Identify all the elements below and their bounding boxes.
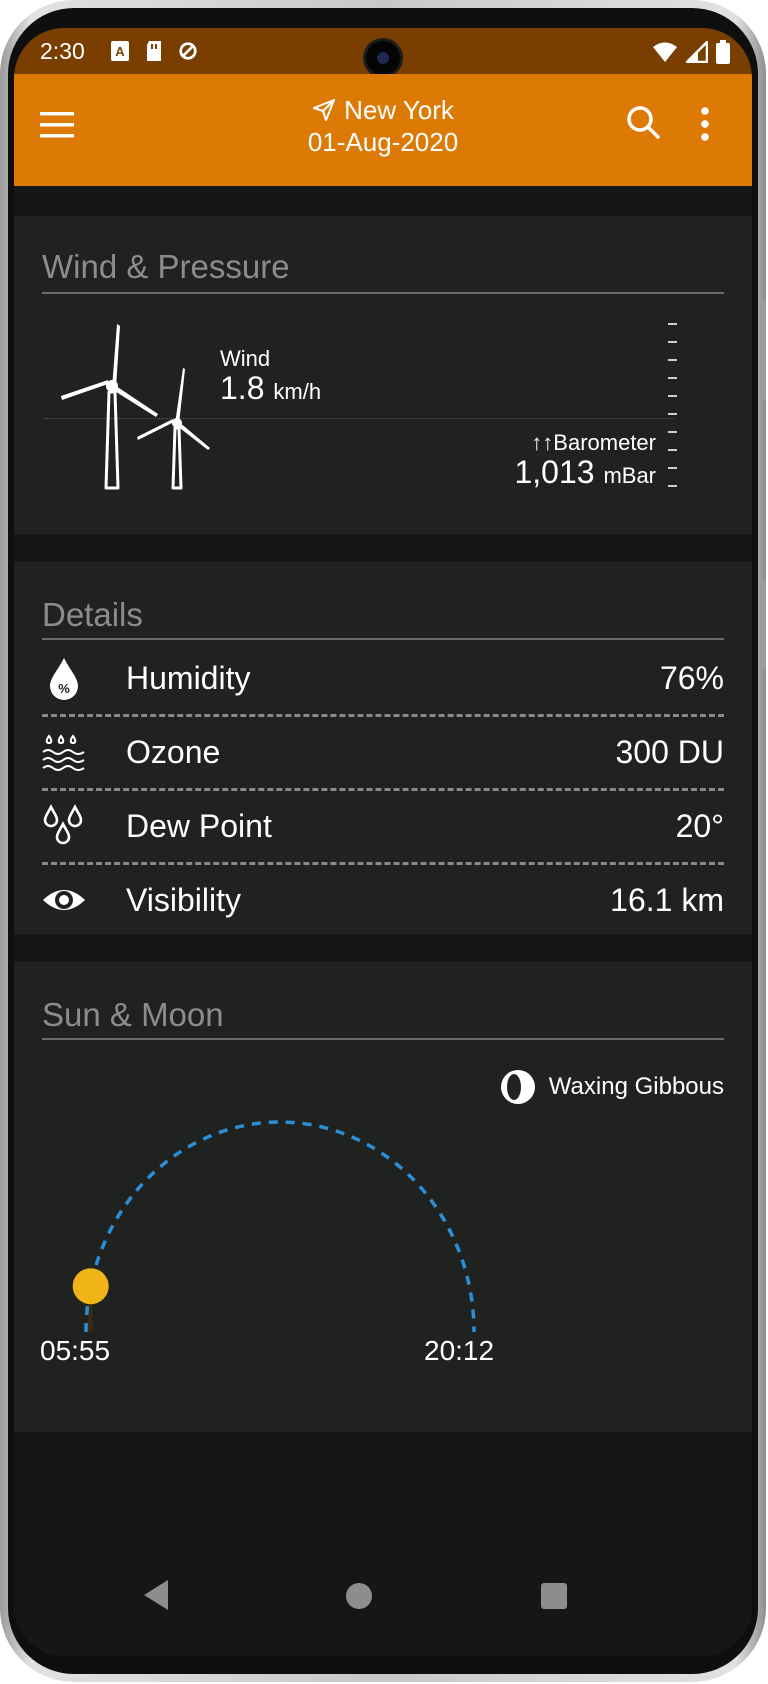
divider (42, 292, 724, 294)
home-icon[interactable] (345, 1582, 373, 1610)
back-icon[interactable] (142, 1578, 170, 1612)
sun-path-chart (72, 1120, 476, 1333)
barometer-unit: mBar (603, 463, 656, 488)
detail-value: 300 DU (615, 734, 725, 770)
barometer-value: 1,013 (514, 454, 595, 490)
detail-label: Humidity (126, 660, 251, 696)
card-title: Details (42, 596, 143, 633)
wind-label: Wind (220, 346, 271, 371)
detail-row-visibility: Visibility 16.1 km (42, 864, 724, 936)
ozone-waves-icon (42, 734, 85, 771)
detail-value: 16.1 km (610, 882, 724, 918)
front-camera (366, 41, 400, 75)
signal-icon (686, 41, 708, 63)
more-options-icon[interactable] (699, 106, 711, 142)
location-name: New York (344, 95, 454, 125)
wifi-icon (653, 42, 677, 62)
recents-icon[interactable] (540, 1582, 568, 1610)
system-navigation-bar (14, 1552, 752, 1656)
detail-row-humidity: % Humidity 76% (42, 642, 724, 714)
divider (42, 638, 724, 640)
a-notification-icon: A (111, 41, 129, 61)
sync-icon (179, 42, 197, 60)
detail-value: 20° (675, 808, 724, 844)
detail-label: Visibility (126, 882, 241, 918)
sun-arc-path (84, 1120, 476, 1333)
details-card: Details % Humidity 76% Ozone 300 DU Dew … (14, 562, 752, 934)
detail-row-dew-point: Dew Point 20° (42, 790, 724, 862)
volume-button (760, 300, 766, 400)
detail-value: 76% (659, 660, 724, 696)
app-toolbar: New York 01-Aug-2020 (14, 74, 752, 186)
status-time: 2:30 (40, 38, 85, 64)
wind-speed: 1.8 km/h (220, 370, 321, 407)
detail-row-ozone: Ozone 300 DU (42, 716, 724, 788)
battery-icon (716, 40, 730, 64)
card-title: Wind & Pressure (42, 248, 290, 285)
sun-moon-card: Sun & Moon Waxing Gibbous 05:55 20:12 (14, 962, 752, 1432)
power-button (760, 580, 766, 670)
detail-label: Dew Point (126, 808, 272, 844)
location-arrow-icon (313, 99, 336, 121)
sun-position-icon (72, 1268, 109, 1305)
svg-text:A: A (115, 44, 125, 59)
barometer-reading: 1,013 mBar (514, 454, 656, 491)
wind-pressure-card: Wind & Pressure Wind 1.8 km/h ↑↑Baromete… (14, 216, 752, 534)
wind-speed-value: 1.8 (220, 370, 265, 406)
eye-icon (43, 890, 85, 910)
barometer-label: ↑↑Barometer (531, 430, 656, 455)
sunrise-time: 05:55 (40, 1335, 111, 1366)
wind-speed-unit: km/h (273, 379, 322, 404)
dew-point-drops-icon (43, 804, 83, 845)
pressure-scale (668, 323, 677, 487)
sd-card-icon (147, 41, 161, 61)
sunset-time: 20:12 (424, 1335, 495, 1366)
screen: 2:30 A New York 01-Aug-2020 Wind & Press… (14, 28, 752, 1656)
humidity-drop-icon: % (50, 658, 78, 700)
status-bar: 2:30 A (14, 28, 752, 75)
wind-turbine-icon (61, 324, 210, 490)
svg-text:%: % (58, 681, 70, 696)
search-icon[interactable] (625, 104, 661, 140)
detail-label: Ozone (126, 734, 221, 770)
